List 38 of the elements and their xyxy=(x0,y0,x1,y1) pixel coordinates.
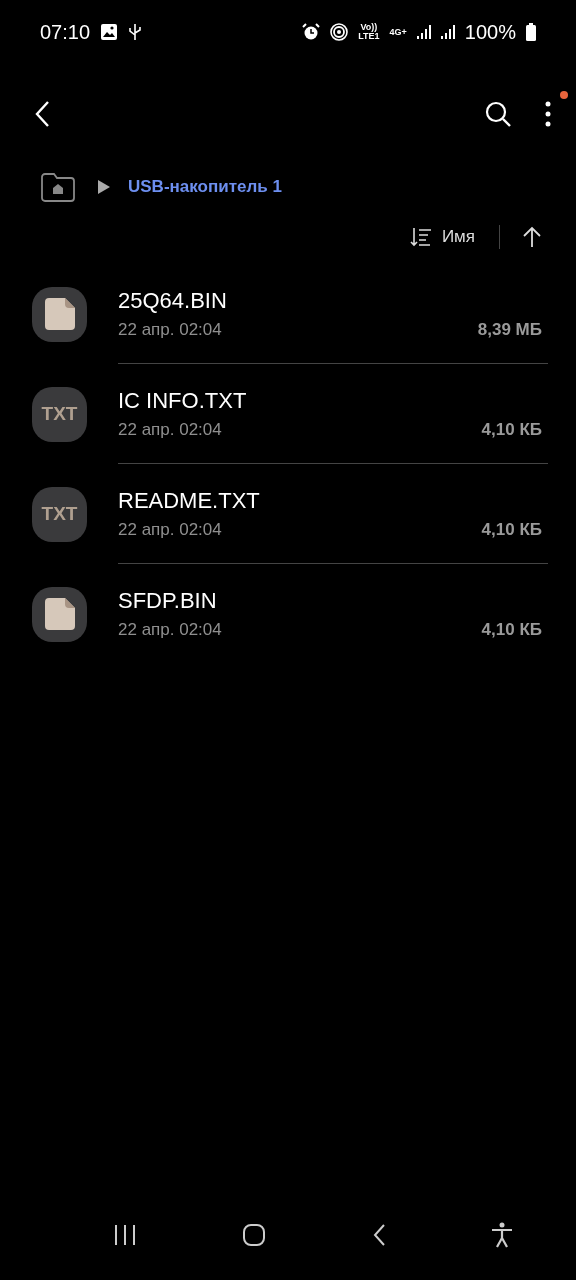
file-row[interactable]: TXT IC INFO.TXT 22 апр. 02:04 4,10 КБ xyxy=(0,364,576,464)
file-size: 4,10 КБ xyxy=(481,519,542,540)
battery-icon xyxy=(526,23,536,41)
file-name: 25Q64.BIN xyxy=(118,287,228,314)
file-icon xyxy=(32,586,87,642)
hotspot-icon xyxy=(330,23,349,41)
more-icon xyxy=(544,101,552,127)
signal-icon xyxy=(416,24,431,40)
file-name: README.TXT xyxy=(118,487,261,514)
file-date: 22 апр. 02:04 xyxy=(118,319,222,340)
file-row[interactable]: SFDP.BIN 22 апр. 02:04 4,10 КБ xyxy=(0,564,576,664)
volte-label: Vo)) xyxy=(360,23,378,32)
file-size: 4,10 КБ xyxy=(481,619,542,640)
file-row[interactable]: 25Q64.BIN 22 апр. 02:04 8,39 МБ xyxy=(0,264,576,364)
file-name: IC INFO.TXT xyxy=(118,387,248,414)
triangle-icon xyxy=(98,180,110,194)
file-icon xyxy=(32,286,87,342)
file-name: SFDP.BIN xyxy=(118,587,218,614)
sort-icon xyxy=(409,227,432,247)
signal-icon xyxy=(440,24,455,40)
battery-percent: 100% xyxy=(464,20,516,44)
file-size: 8,39 МБ xyxy=(477,319,542,340)
sort-button[interactable]: Имя xyxy=(403,226,481,248)
back-icon xyxy=(371,1223,386,1247)
image-icon xyxy=(100,23,119,41)
file-date: 22 апр. 02:04 xyxy=(118,519,222,540)
breadcrumb-link[interactable]: USB-накопитель 1 xyxy=(128,177,282,197)
file-row[interactable]: TXT README.TXT 22 апр. 02:04 4,10 КБ xyxy=(0,464,576,564)
network-label: 4G+ xyxy=(389,27,407,37)
file-size: 4,10 КБ xyxy=(481,419,542,440)
clock: 07:10 xyxy=(40,20,91,44)
alarm-icon xyxy=(302,23,321,41)
text-file-icon: TXT xyxy=(32,386,87,442)
lte-label: LTE1 xyxy=(358,32,380,41)
usb-icon xyxy=(128,23,143,41)
file-date: 22 апр. 02:04 xyxy=(118,619,222,640)
text-file-icon: TXT xyxy=(32,486,87,542)
file-date: 22 апр. 02:04 xyxy=(118,419,222,440)
